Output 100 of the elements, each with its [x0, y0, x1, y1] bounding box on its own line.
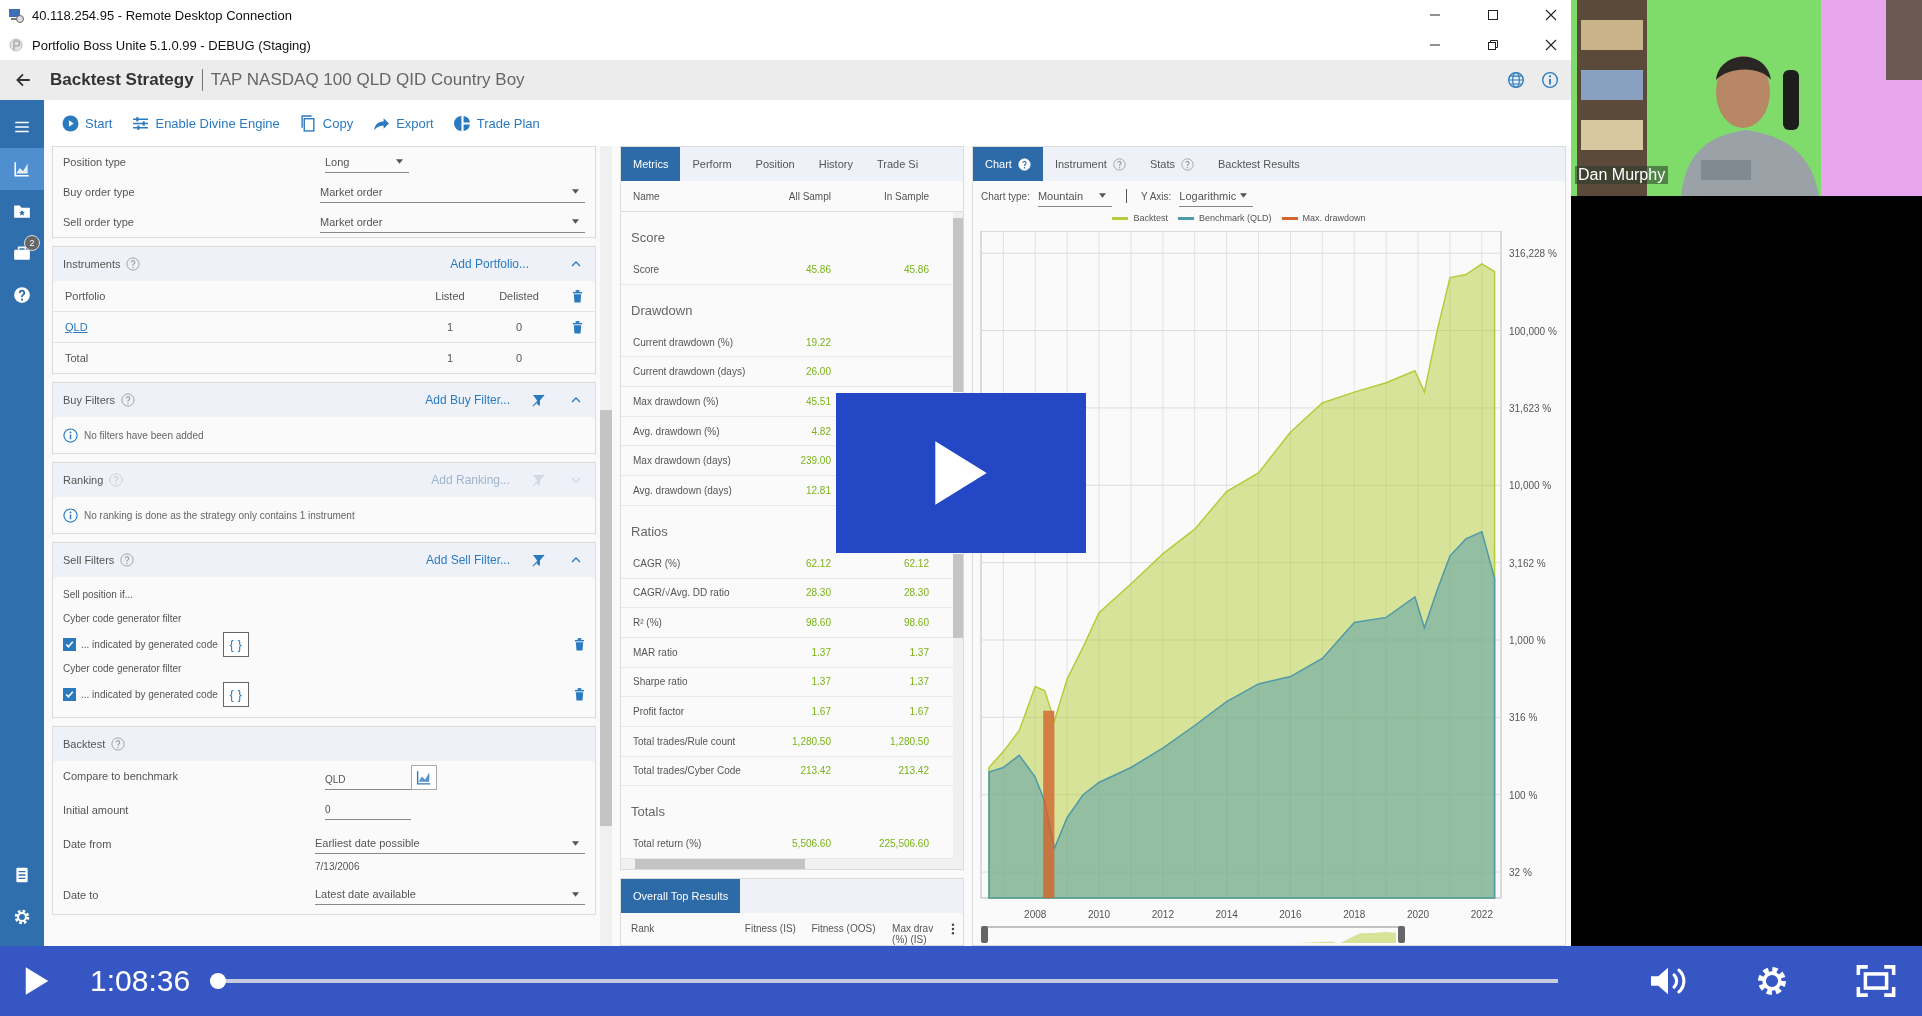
- caret-icon: [1240, 193, 1248, 198]
- trash-icon[interactable]: [574, 687, 585, 701]
- section-title: Backtest: [63, 738, 106, 750]
- metric-name: MAR ratio: [633, 646, 679, 658]
- back-arrow-icon[interactable]: [14, 71, 32, 89]
- scrollbar[interactable]: [953, 212, 963, 392]
- clear-filter-icon[interactable]: [532, 393, 545, 407]
- engine-button[interactable]: Enable Divine Engine: [130, 112, 282, 134]
- dropdown[interactable]: Market order: [320, 181, 585, 203]
- tab[interactable]: Chart: [973, 147, 1043, 181]
- sidebar-item[interactable]: 2: [0, 232, 44, 274]
- code-button[interactable]: { }: [222, 681, 249, 707]
- axis-label: 2020: [1406, 909, 1430, 920]
- table-cell-text: 1: [445, 352, 455, 364]
- tab[interactable]: Overall Top Results: [621, 879, 741, 913]
- close-icon[interactable]: [1545, 9, 1557, 21]
- chevron-icon[interactable]: [571, 261, 581, 267]
- axis-label: 2008: [1024, 909, 1047, 920]
- field-label: Chart type:: [981, 190, 1030, 202]
- restore-icon[interactable]: [1487, 39, 1499, 51]
- play-icon: [24, 966, 50, 996]
- axis-label: 2012: [1151, 909, 1174, 920]
- axis-label: 316 %: [1509, 712, 1538, 724]
- column-header: Fitness (IS): [744, 923, 797, 934]
- tab[interactable]: History: [806, 147, 865, 181]
- metric-value: 1.67: [810, 706, 831, 718]
- big-play-button[interactable]: [836, 393, 1086, 553]
- sidebar-item[interactable]: [0, 148, 44, 190]
- dropdown[interactable]: Latest date available: [315, 884, 585, 905]
- trash-icon[interactable]: [572, 320, 583, 334]
- copy-button[interactable]: Copy: [297, 112, 356, 134]
- tab[interactable]: Position: [743, 147, 807, 181]
- more-icon[interactable]: [951, 923, 955, 935]
- scrollbar[interactable]: [600, 146, 612, 946]
- axis-label: 2018: [1343, 909, 1366, 920]
- portfolio-link[interactable]: QLD: [65, 321, 420, 333]
- code-button[interactable]: { }: [222, 631, 249, 657]
- axis-label: 2014: [1215, 909, 1238, 920]
- export-button[interactable]: Export: [371, 112, 436, 134]
- globe-icon[interactable]: [1507, 71, 1525, 89]
- metric-name: Score: [633, 263, 661, 275]
- column-header: Name: [633, 190, 661, 202]
- legend-label: Benchmark (QLD): [1198, 213, 1272, 223]
- tab[interactable]: Instrument: [1042, 147, 1138, 181]
- scrollbar[interactable]: [953, 554, 963, 859]
- axis-label: 32 %: [1509, 867, 1532, 879]
- filter-label: ... indicated by generated code: [81, 638, 218, 650]
- field-label: Y Axis:: [1140, 190, 1172, 202]
- column-header: Rank: [631, 923, 656, 934]
- tab[interactable]: Stats: [1137, 147, 1206, 181]
- column-header: Listed: [434, 290, 466, 302]
- help-icon[interactable]: [120, 553, 135, 567]
- page-title: Backtest Strategy: [50, 70, 194, 90]
- help-icon[interactable]: [111, 737, 126, 751]
- chart-type-dropdown[interactable]: Mountain: [1037, 185, 1112, 207]
- info-message: No ranking is done as the strategy only contains 1 instrument: [84, 509, 355, 521]
- checkbox[interactable]: [63, 687, 76, 701]
- add-filter-link[interactable]: Add Buy Filter...: [425, 393, 510, 407]
- scrollbar[interactable]: [621, 859, 963, 869]
- metric-value: 45.86: [902, 263, 930, 275]
- tab[interactable]: Perform: [680, 147, 744, 181]
- metric-name: Total trades/Cyber Code: [633, 765, 742, 777]
- tab[interactable]: Trade Si: [864, 147, 931, 181]
- fullscreen-icon[interactable]: [1856, 964, 1896, 998]
- dropdown[interactable]: Earliest date possible: [315, 833, 585, 854]
- app-logo-icon: [8, 37, 24, 53]
- chart-button[interactable]: [411, 765, 437, 790]
- info-icon[interactable]: [1541, 71, 1559, 89]
- chevron-icon[interactable]: [571, 557, 581, 563]
- plan-button[interactable]: Trade Plan: [451, 112, 542, 134]
- y-axis-dropdown[interactable]: Logarithmic: [1179, 185, 1254, 207]
- column-header: Portfolio: [65, 290, 107, 302]
- add-filter-link[interactable]: Add Sell Filter...: [425, 553, 510, 567]
- close-icon[interactable]: [1545, 39, 1557, 51]
- dropdown[interactable]: Long: [325, 151, 409, 173]
- checkbox[interactable]: [63, 637, 76, 651]
- tab[interactable]: Metrics: [621, 147, 681, 181]
- group-title: Drawdown: [630, 301, 694, 320]
- metric-name: Max drawdown (days): [633, 455, 732, 467]
- metric-value: 12.81: [804, 484, 831, 496]
- filter-name: Cyber code generator filter: [63, 662, 183, 676]
- help-icon[interactable]: [120, 393, 135, 407]
- trash-icon[interactable]: [572, 289, 583, 303]
- metric-name: CAGR/√Avg. DD ratio: [633, 587, 731, 599]
- start-button[interactable]: Start: [60, 112, 115, 134]
- strategy-name: TAP NASDAQ 100 QLD QID Country Boy: [210, 70, 525, 90]
- add-portfolio-link[interactable]: Add Portfolio...: [450, 257, 529, 271]
- chevron-icon[interactable]: [571, 397, 581, 403]
- maximize-icon[interactable]: [1487, 9, 1499, 21]
- help-icon[interactable]: [126, 257, 141, 271]
- progress-bar[interactable]: [210, 973, 1558, 989]
- tab[interactable]: Backtest Results: [1205, 147, 1312, 181]
- trash-icon[interactable]: [574, 637, 585, 651]
- clear-filter-icon[interactable]: [532, 553, 545, 567]
- amount-field[interactable]: 0: [325, 799, 411, 820]
- filter-intro: Sell position if...: [63, 588, 135, 602]
- dropdown[interactable]: Market order: [320, 211, 585, 233]
- info-message: No filters have been added: [84, 429, 204, 441]
- metric-value: 19.22: [804, 336, 831, 348]
- filter-name: Cyber code generator filter: [63, 612, 183, 626]
